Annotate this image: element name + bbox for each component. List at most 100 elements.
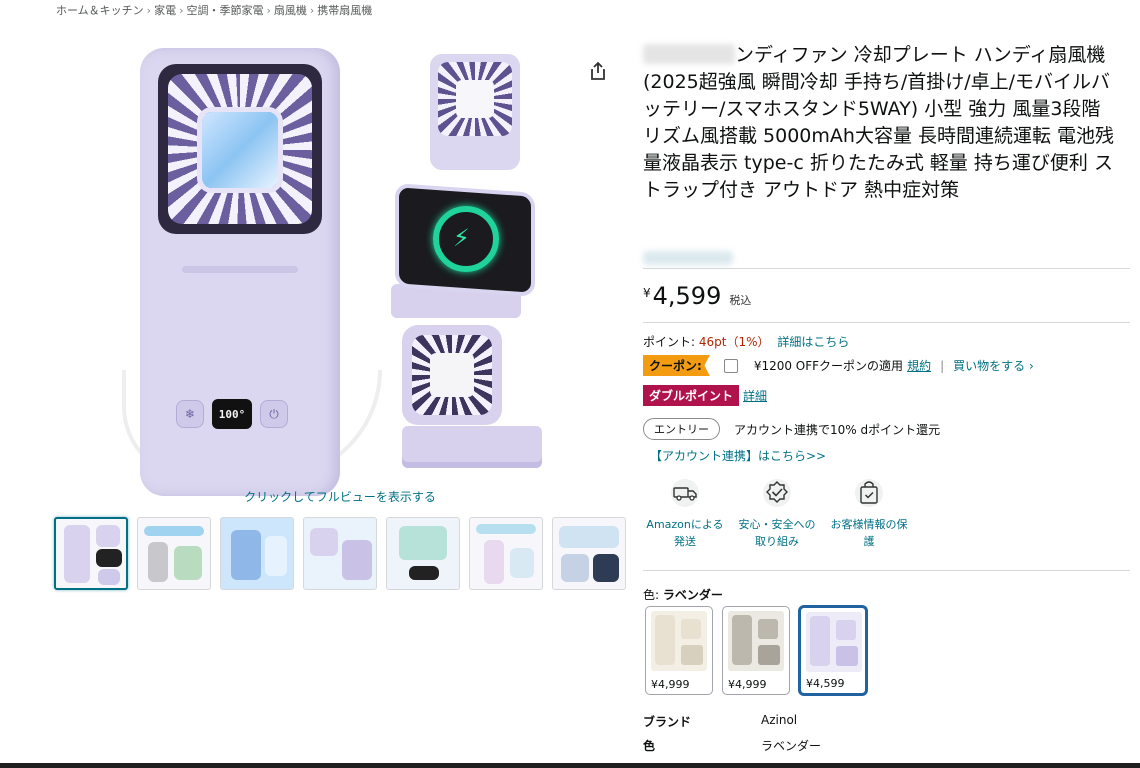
swatch-price: ¥4,999 — [651, 678, 690, 691]
fan-core-small — [430, 353, 474, 397]
thumbnail-7[interactable] — [552, 517, 626, 590]
feature-shipping[interactable]: Amazonによる発送 — [643, 478, 727, 550]
breadcrumb-separator: › — [146, 4, 152, 17]
product-title: ンディファン 冷却プレート ハンディ扇風機 (2025超強風 瞬間冷却 手持ち/… — [643, 42, 1121, 204]
fullview-link[interactable]: クリックしてフルビューを表示する — [0, 488, 680, 505]
account-link[interactable]: 【アカウント連携】はこちら>> — [650, 447, 826, 464]
coupon-row: クーポン: ¥1200 OFFクーポンの適用 規約 | 買い物をする › — [643, 355, 1034, 376]
divider — [643, 268, 1130, 269]
breadcrumb-item-portable-fans[interactable]: 携帯扇風機 — [317, 4, 372, 17]
color-label: 色: ラベンダー — [643, 586, 723, 603]
thumb-item — [148, 542, 168, 582]
handheld-fan-main: ❄ 100° ⏻ — [140, 48, 340, 496]
coupon-badge: クーポン: — [643, 355, 710, 376]
thumbnail-2[interactable] — [137, 517, 211, 590]
thumb-phone — [96, 549, 122, 567]
divider — [643, 570, 1130, 571]
thumb-item — [310, 528, 338, 556]
swatch-image — [651, 611, 707, 671]
share-icon[interactable] — [590, 62, 606, 80]
store-link[interactable] — [643, 250, 733, 269]
thumb-item — [174, 546, 202, 580]
points-row: ポイント: 46pt（1%） 詳細はこちら — [643, 333, 849, 350]
breadcrumb-item-climate[interactable]: 空調・季節家電 — [186, 4, 263, 17]
entry-button[interactable]: エントリー — [643, 418, 720, 440]
fan-grille — [158, 64, 322, 234]
breadcrumb: ホーム＆キッチン › 家電 › 空調・季節家電 › 扇風機 › 携帯扇風機 — [56, 2, 372, 18]
double-point-badge: ダブルポイント — [643, 385, 740, 406]
control-panel: ❄ 100° ⏻ — [176, 396, 300, 432]
thumb-banner — [476, 524, 536, 534]
coupon-checkbox[interactable] — [723, 358, 738, 373]
swatch-lavender[interactable]: ¥4,599 — [799, 606, 867, 695]
color-selected-name: ラベンダー — [662, 588, 723, 602]
redacted-store-name — [643, 251, 733, 265]
thumbnail-5[interactable] — [386, 517, 460, 590]
swatch-image — [806, 612, 862, 672]
double-point-detail-link[interactable]: 詳細 — [743, 387, 767, 404]
swatch-gray[interactable]: ¥4,999 — [722, 606, 790, 695]
spec-key: 色 — [643, 739, 656, 753]
swatch-price: ¥4,999 — [728, 678, 767, 691]
double-point-row: ダブルポイント 詳細 — [643, 385, 767, 406]
power-icon: ⏻ — [260, 400, 288, 428]
spec-value: ラベンダー — [761, 739, 822, 753]
swatch-price: ¥4,599 — [806, 677, 845, 690]
divider — [643, 322, 1130, 323]
feature-safety-label: 安心・安全への取り組み — [738, 518, 816, 548]
snowflake-icon: ❄ — [176, 400, 204, 428]
product-title-text: ンディファン 冷却プレート ハンディ扇風機 (2025超強風 瞬間冷却 手持ち/… — [643, 44, 1115, 201]
price-symbol: ¥ — [643, 286, 651, 300]
continue-shopping-link[interactable]: 買い物をする › — [953, 357, 1034, 374]
taskbar-edge — [0, 763, 1140, 768]
badge-check-icon — [763, 479, 791, 507]
thumb-desk — [98, 569, 120, 585]
coupon-separator: | — [940, 358, 945, 373]
swatch-image — [728, 611, 784, 671]
color-swatches: ¥4,999 ¥4,999 ¥4,599 — [645, 606, 867, 695]
spec-key: ブランド — [643, 715, 692, 729]
spec-row-brand: ブランド Azinol — [643, 713, 797, 730]
points-label: ポイント: — [643, 335, 696, 349]
thumb-item — [593, 554, 619, 582]
breadcrumb-item-fans[interactable]: 扇風機 — [274, 4, 307, 17]
cooling-plate — [202, 112, 278, 188]
coupon-terms-link[interactable]: 規約 — [907, 357, 931, 374]
feature-shipping-label: Amazonによる発送 — [646, 518, 724, 548]
feature-privacy[interactable]: お客様情報の保護 — [827, 478, 911, 550]
thumb-item — [559, 526, 619, 548]
feature-safety[interactable]: 安心・安全への取り組み — [735, 478, 819, 550]
price-amount: 4,599 — [652, 282, 722, 310]
breadcrumb-separator: › — [179, 4, 184, 17]
thumb-item — [231, 530, 261, 580]
desk-stand-base — [402, 426, 542, 468]
spec-value: Azinol — [761, 713, 798, 727]
thumb-fan-small — [96, 525, 120, 547]
redacted-brand — [643, 44, 735, 64]
thumb-item — [409, 566, 439, 580]
trust-features: Amazonによる発送 安心・安全への取り組み お客様情報の保護 — [643, 478, 911, 550]
breadcrumb-item-appliances[interactable]: 家電 — [154, 4, 176, 17]
points-value: 46pt（1%） — [698, 335, 770, 349]
breadcrumb-item-home[interactable]: ホーム＆キッチン — [56, 4, 144, 17]
main-product-image[interactable]: ❄ 100° ⏻ ⚡ — [110, 40, 580, 496]
breadcrumb-separator: › — [309, 4, 315, 17]
thumbnail-4[interactable] — [303, 517, 377, 590]
thumb-item — [561, 554, 589, 582]
thumbnail-6[interactable] — [469, 517, 543, 590]
battery-display: 100° — [212, 399, 252, 429]
thumb-banner — [144, 526, 204, 536]
points-detail-link[interactable]: 詳細はこちら — [777, 335, 849, 349]
stand-slot — [182, 266, 298, 273]
thumbnail-3[interactable] — [220, 517, 294, 590]
thumbnail-strip — [54, 517, 626, 590]
fan-core-small — [456, 80, 494, 118]
price-tax-label: 税込 — [729, 294, 752, 307]
color-label-prefix: 色: — [643, 588, 660, 602]
entry-row: エントリー アカウント連携で10% dポイント還元 — [643, 418, 940, 440]
swatch-cream[interactable]: ¥4,999 — [645, 606, 713, 695]
thumbnail-1[interactable] — [54, 517, 128, 590]
thumb-item — [265, 536, 287, 576]
fan-desk-mode — [402, 325, 502, 425]
phone-stand-mode: ⚡ — [385, 183, 545, 318]
